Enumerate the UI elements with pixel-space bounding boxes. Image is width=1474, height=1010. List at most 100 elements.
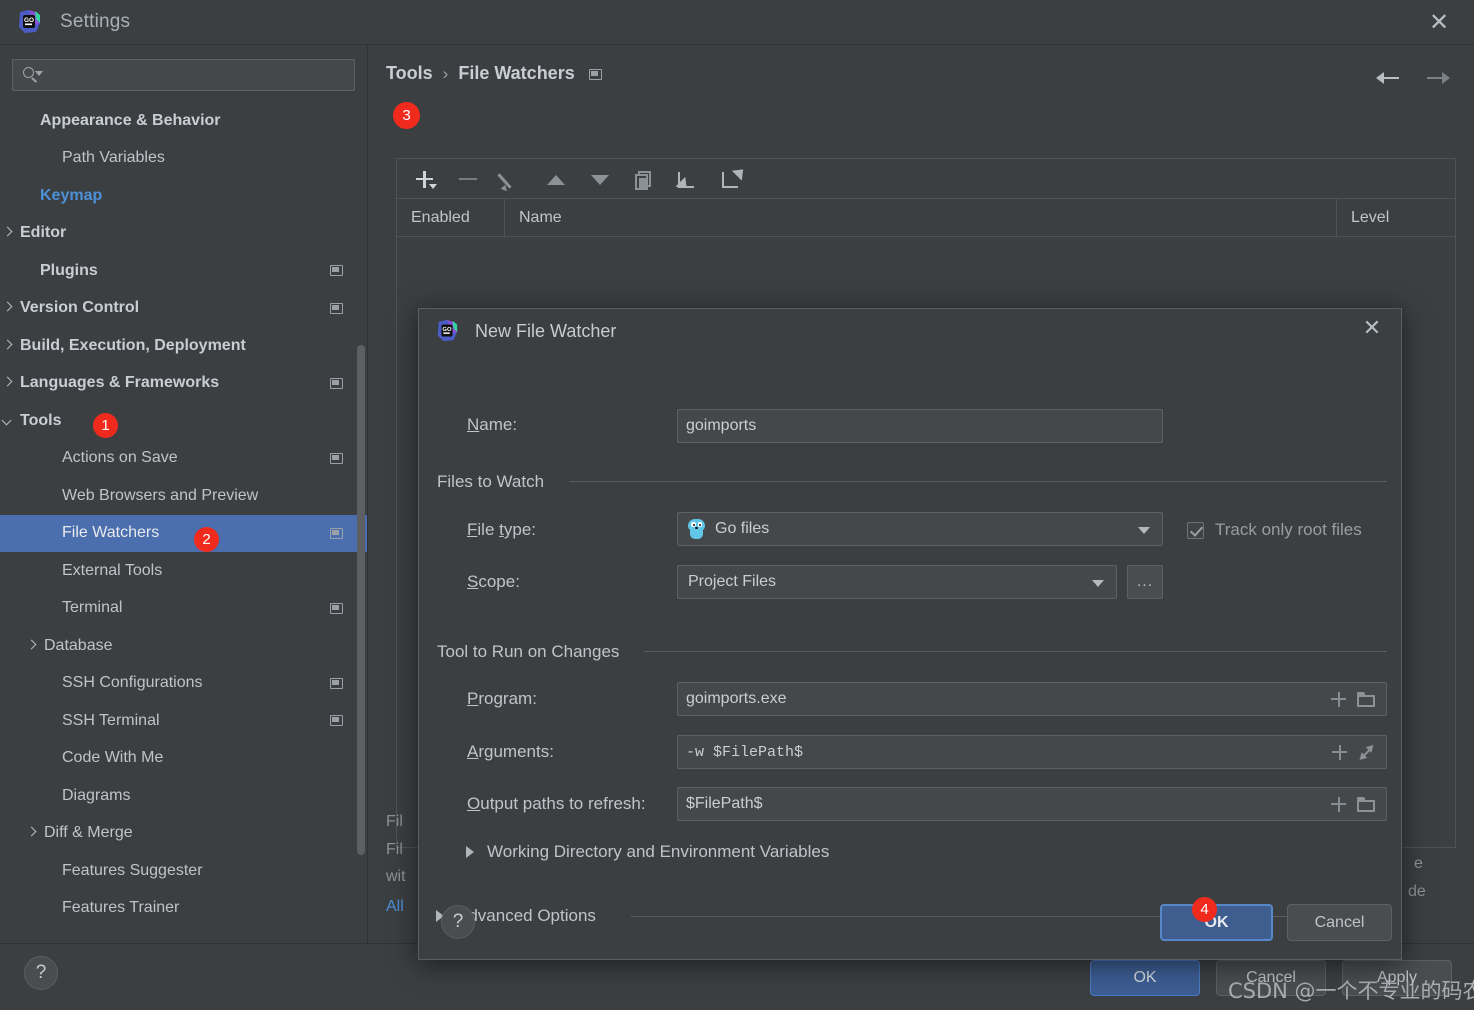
sidebar-item-label: Database xyxy=(44,636,113,654)
file-type-dropdown[interactable]: Go files xyxy=(677,512,1163,546)
sidebar-item-ssh-terminal[interactable]: SSH Terminal xyxy=(0,702,367,740)
sidebar-item-diff-merge[interactable]: Diff & Merge xyxy=(0,815,367,853)
move-up-button[interactable] xyxy=(539,164,573,194)
name-input[interactable]: goimports xyxy=(677,409,1163,443)
file-type-value: Go files xyxy=(715,520,770,537)
file-type-row: File type: xyxy=(467,520,536,540)
export-button[interactable] xyxy=(715,163,749,194)
breadcrumb-current: File Watchers xyxy=(458,63,575,83)
column-header-level[interactable]: Level xyxy=(1337,199,1455,236)
move-down-button[interactable] xyxy=(583,164,617,194)
sidebar-item-appearance-behavior[interactable]: Appearance & Behavior xyxy=(0,102,367,140)
output-paths-value: $FilePath$ xyxy=(686,795,763,812)
sidebar-item-database[interactable]: Database xyxy=(0,627,367,665)
folder-browse-icon[interactable] xyxy=(1357,796,1375,812)
project-level-badge-icon xyxy=(330,265,343,277)
sidebar-item-ssh-configurations[interactable]: SSH Configurations xyxy=(0,665,367,703)
sidebar-item-tools[interactable]: Tools xyxy=(0,402,367,440)
sidebar-item-label: Keymap xyxy=(40,186,103,204)
sidebar-item-diagrams[interactable]: Diagrams xyxy=(0,777,367,815)
sidebar-item-label: Appearance & Behavior xyxy=(40,111,221,129)
chevron-right-icon[interactable] xyxy=(24,825,40,841)
sidebar-item-code-with-me[interactable]: Code With Me xyxy=(0,740,367,778)
advanced-options-label: Advanced Options xyxy=(457,906,596,925)
scope-browse-button[interactable]: ... xyxy=(1127,565,1163,599)
insert-macro-icon[interactable] xyxy=(1331,691,1346,707)
scope-dropdown[interactable]: Project Files xyxy=(677,565,1117,599)
breadcrumb-root[interactable]: Tools xyxy=(386,63,433,84)
add-watcher-button[interactable] xyxy=(407,164,441,194)
search-input[interactable] xyxy=(42,67,354,83)
sidebar-item-web-browsers-and-preview[interactable]: Web Browsers and Preview xyxy=(0,477,367,515)
bg-text-link[interactable]: All xyxy=(386,898,404,916)
step-badge-1: 1 xyxy=(93,413,118,438)
output-paths-input-row[interactable]: $FilePath$ xyxy=(677,787,1387,821)
search-box[interactable] xyxy=(12,59,355,91)
sidebar-item-label: SSH Configurations xyxy=(62,674,203,692)
column-header-enabled[interactable]: Enabled xyxy=(397,199,505,236)
sidebar-item-label: Plugins xyxy=(40,261,98,279)
sidebar-scrollbar[interactable] xyxy=(357,345,365,855)
working-directory-label: Working Directory and Environment Variab… xyxy=(487,842,830,861)
program-input-row[interactable]: goimports.exe xyxy=(677,682,1387,716)
program-value: goimports.exe xyxy=(686,690,787,707)
sidebar-item-features-trainer[interactable]: Features Trainer xyxy=(0,890,367,928)
folder-browse-icon[interactable] xyxy=(1357,691,1375,707)
sidebar-item-languages-frameworks[interactable]: Languages & Frameworks xyxy=(0,365,367,403)
insert-macro-icon[interactable] xyxy=(1331,796,1346,812)
project-level-badge-icon xyxy=(330,602,343,614)
arguments-input-row[interactable]: -w $FilePath$ xyxy=(677,735,1387,769)
sidebar-item-features-suggester[interactable]: Features Suggester xyxy=(0,852,367,890)
dialog-title: New File Watcher xyxy=(475,320,617,341)
settings-window: GO Settings ✕ Appearance & Behavior Path … xyxy=(0,0,1474,1010)
close-icon[interactable]: ✕ xyxy=(1426,10,1452,36)
sidebar-item-external-tools[interactable]: External Tools xyxy=(0,552,367,590)
close-icon[interactable]: ✕ xyxy=(1359,317,1385,343)
arrow-left-icon[interactable] xyxy=(1376,65,1402,91)
edit-watcher-button[interactable] xyxy=(495,164,529,194)
sidebar-item-build-execution-deployment[interactable]: Build, Execution, Deployment xyxy=(0,327,367,365)
chevron-down-icon[interactable] xyxy=(0,413,16,429)
dialog-help-button[interactable]: ? xyxy=(441,905,475,939)
chevron-right-icon[interactable] xyxy=(0,375,16,391)
help-button[interactable]: ? xyxy=(24,956,58,990)
chevron-right-icon[interactable] xyxy=(0,338,16,354)
chevron-right-icon[interactable] xyxy=(0,300,16,316)
project-level-badge-icon xyxy=(588,69,602,80)
track-root-files-checkbox-row[interactable]: Track only root files xyxy=(1187,520,1362,540)
sidebar-item-terminal[interactable]: Terminal xyxy=(0,590,367,628)
expand-editor-icon[interactable] xyxy=(1356,741,1377,763)
working-directory-disclosure[interactable]: Working Directory and Environment Variab… xyxy=(463,842,829,862)
sidebar-item-keymap[interactable]: Keymap xyxy=(0,177,367,215)
sidebar-item-plugins[interactable]: Plugins xyxy=(0,252,367,290)
import-button[interactable] xyxy=(671,164,705,194)
chevron-right-icon[interactable] xyxy=(0,225,16,241)
chevron-right-icon[interactable] xyxy=(24,638,40,654)
sidebar-item-version-control[interactable]: Version Control xyxy=(0,290,367,328)
sidebar-item-label: File Watchers xyxy=(62,524,160,542)
copy-watcher-button[interactable] xyxy=(627,164,661,194)
sidebar-item-file-watchers[interactable]: File Watchers xyxy=(0,514,367,552)
remove-watcher-button[interactable] xyxy=(451,164,485,194)
program-label: Program: xyxy=(467,689,537,708)
insert-macro-icon[interactable] xyxy=(1332,744,1347,760)
checkbox-icon[interactable] xyxy=(1187,521,1204,539)
project-level-badge-icon xyxy=(330,715,343,727)
bg-text-right2: de xyxy=(1408,883,1426,900)
sidebar-item-path-variables[interactable]: Path Variables xyxy=(0,140,367,178)
sidebar-item-actions-on-save[interactable]: Actions on Save xyxy=(0,440,367,478)
dialog-cancel-button[interactable]: Cancel xyxy=(1287,904,1392,941)
arrow-right-icon[interactable] xyxy=(1424,65,1450,91)
sidebar-item-label: Path Variables xyxy=(62,149,165,167)
settings-ok-button[interactable]: OK xyxy=(1090,960,1200,996)
project-level-badge-icon xyxy=(330,527,343,539)
column-header-name[interactable]: Name xyxy=(505,199,1337,236)
svg-text:GO: GO xyxy=(442,327,452,333)
sidebar-item-editor[interactable]: Editor xyxy=(0,215,367,253)
